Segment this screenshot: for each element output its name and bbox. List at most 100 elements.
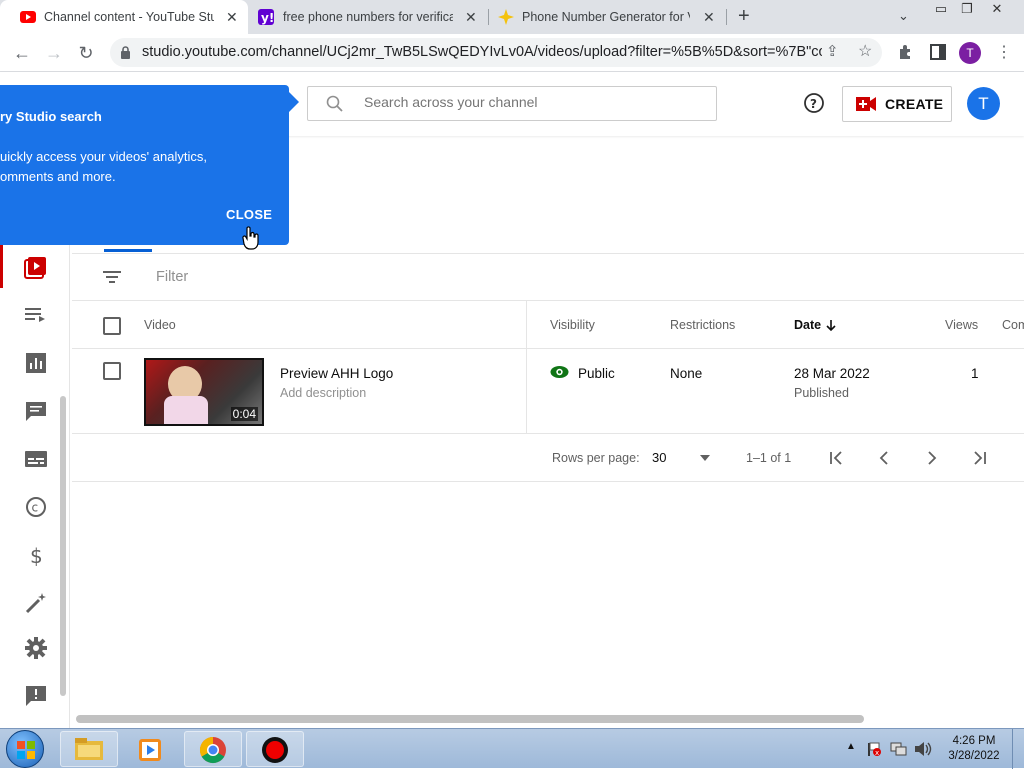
- taskbar-recorder[interactable]: [246, 731, 304, 767]
- browser-tab-strip: Channel content - YouTube Studi ✕ y! fre…: [0, 0, 1024, 34]
- video-camera-plus-icon: [856, 97, 876, 111]
- tab-title: free phone numbers for verificati: [283, 10, 453, 24]
- forward-arrow-icon[interactable]: →: [42, 42, 66, 64]
- chrome-icon: [199, 736, 226, 764]
- new-tab-plus-icon[interactable]: +: [738, 5, 750, 28]
- mouse-pointer-hand-icon: [242, 226, 259, 250]
- filter-input-placeholder[interactable]: Filter: [156, 269, 188, 285]
- share-icon[interactable]: ⇪: [826, 42, 839, 60]
- youtube-icon: [20, 11, 36, 23]
- channel-search-box[interactable]: [307, 86, 717, 121]
- video-duration: 0:04: [230, 407, 258, 421]
- feedback-icon[interactable]: [22, 682, 50, 710]
- side-panel-icon[interactable]: [930, 44, 946, 60]
- video-thumbnail[interactable]: 0:04: [144, 358, 264, 426]
- column-header-comments: Com: [1002, 318, 1024, 332]
- table-header-row: Video Visibility Restrictions Date Views…: [72, 301, 1024, 349]
- browser-tab-youtube-studio[interactable]: Channel content - YouTube Studi ✕: [0, 0, 248, 34]
- analytics-icon[interactable]: [22, 349, 50, 377]
- customization-wand-icon[interactable]: [22, 589, 50, 617]
- create-button[interactable]: CREATE: [842, 86, 952, 122]
- next-page-icon[interactable]: [924, 450, 940, 466]
- back-arrow-icon[interactable]: ←: [10, 42, 34, 64]
- clock-time: 4:26 PM: [952, 735, 996, 747]
- last-page-icon[interactable]: [972, 450, 988, 466]
- subtitles-icon[interactable]: [22, 445, 50, 473]
- tooltip-close-button[interactable]: CLOSE: [226, 207, 272, 222]
- account-avatar[interactable]: T: [967, 87, 1000, 120]
- column-divider: [526, 301, 527, 348]
- row-checkbox[interactable]: [103, 362, 121, 380]
- dropdown-caret-icon[interactable]: [700, 455, 710, 461]
- browser-tab-phone-generator[interactable]: Phone Number Generator for Ve ✕: [490, 0, 726, 34]
- browser-profile-avatar[interactable]: T: [959, 42, 981, 64]
- show-desktop-button[interactable]: [1012, 729, 1024, 769]
- horizontal-scrollbar[interactable]: [76, 715, 864, 723]
- table-row[interactable]: 0:04 Preview AHH Logo Add description Pu…: [72, 349, 1024, 434]
- column-header-date[interactable]: Date: [794, 318, 821, 332]
- tab-separator: [488, 9, 489, 25]
- help-icon[interactable]: ?: [803, 92, 825, 114]
- column-header-visibility: Visibility: [550, 318, 595, 332]
- tooltip-line-1: uickly access your videos' analytics,: [0, 149, 207, 164]
- bookmark-star-icon[interactable]: ☆: [858, 41, 872, 61]
- date-value: 28 Mar 2022: [794, 366, 870, 381]
- rows-per-page-select[interactable]: 30: [652, 450, 666, 465]
- tab-search-chevron-icon[interactable]: ⌄: [898, 8, 909, 24]
- system-clock[interactable]: 4:26 PM 3/28/2022: [944, 734, 1004, 764]
- close-window-icon[interactable]: ✕: [982, 0, 1012, 20]
- copyright-icon[interactable]: c: [22, 493, 50, 521]
- filter-lines-icon[interactable]: [102, 269, 122, 285]
- select-all-checkbox[interactable]: [103, 317, 121, 335]
- first-page-icon[interactable]: [828, 450, 844, 466]
- tooltip-arrow: [287, 90, 299, 114]
- search-input[interactable]: [364, 94, 694, 110]
- taskbar-media-player[interactable]: [122, 731, 180, 767]
- reload-icon[interactable]: ↻: [74, 42, 98, 64]
- close-tab-icon[interactable]: ✕: [226, 9, 238, 26]
- network-icon[interactable]: [890, 741, 908, 757]
- playlists-icon[interactable]: [22, 301, 50, 329]
- pagination-bar: Rows per page: 30 1–1 of 1: [72, 434, 1024, 482]
- browser-tab-yahoo[interactable]: y! free phone numbers for verificati ✕: [250, 0, 488, 34]
- clock-date: 3/28/2022: [948, 750, 1000, 762]
- monetization-dollar-icon[interactable]: $: [22, 541, 50, 569]
- extensions-puzzle-icon[interactable]: [898, 44, 914, 60]
- previous-page-icon[interactable]: [876, 450, 892, 466]
- volume-speaker-icon[interactable]: [914, 741, 932, 757]
- svg-text:y!: y!: [261, 11, 274, 25]
- svg-text:$: $: [30, 544, 43, 568]
- sidebar-scrollbar[interactable]: [60, 396, 66, 696]
- column-header-video: Video: [144, 318, 176, 332]
- visibility-value[interactable]: Public: [578, 366, 615, 381]
- browser-menu-kebab-icon[interactable]: ⋮: [996, 42, 1012, 62]
- close-tab-icon[interactable]: ✕: [703, 9, 715, 26]
- browser-toolbar: ← → ↻ studio.youtube.com/channel/UCj2mr_…: [0, 34, 1024, 72]
- taskbar-chrome[interactable]: [184, 731, 242, 767]
- sort-down-arrow-icon[interactable]: [825, 319, 837, 332]
- thumbnail-body: [164, 396, 208, 424]
- close-tab-icon[interactable]: ✕: [465, 9, 477, 26]
- studio-search-tooltip: ry Studio search uickly access your vide…: [0, 85, 289, 245]
- comments-icon[interactable]: [22, 397, 50, 425]
- create-label: CREATE: [885, 96, 944, 112]
- settings-gear-icon[interactable]: [22, 634, 50, 662]
- video-description[interactable]: Add description: [280, 386, 366, 400]
- address-bar[interactable]: studio.youtube.com/channel/UCj2mr_TwB5LS…: [110, 38, 882, 67]
- start-button-windows-icon[interactable]: [6, 730, 44, 768]
- taskbar-explorer[interactable]: [60, 731, 118, 767]
- action-center-flag-icon[interactable]: x: [866, 741, 882, 757]
- video-title[interactable]: Preview AHH Logo: [280, 366, 393, 381]
- page-range: 1–1 of 1: [746, 451, 792, 465]
- content-play-icon[interactable]: [22, 253, 50, 281]
- tab-separator: [726, 9, 727, 25]
- search-icon: [326, 95, 343, 112]
- videos-tab-underline: [104, 249, 152, 252]
- record-icon: [262, 737, 288, 763]
- svg-text:x: x: [875, 749, 879, 757]
- show-hidden-icons-triangle-icon[interactable]: ▲: [846, 741, 856, 752]
- yahoo-icon: y!: [258, 9, 274, 25]
- restore-window-icon[interactable]: ❐: [952, 0, 982, 20]
- eye-visibility-icon: [550, 366, 569, 378]
- tab-title: Channel content - YouTube Studi: [44, 10, 214, 24]
